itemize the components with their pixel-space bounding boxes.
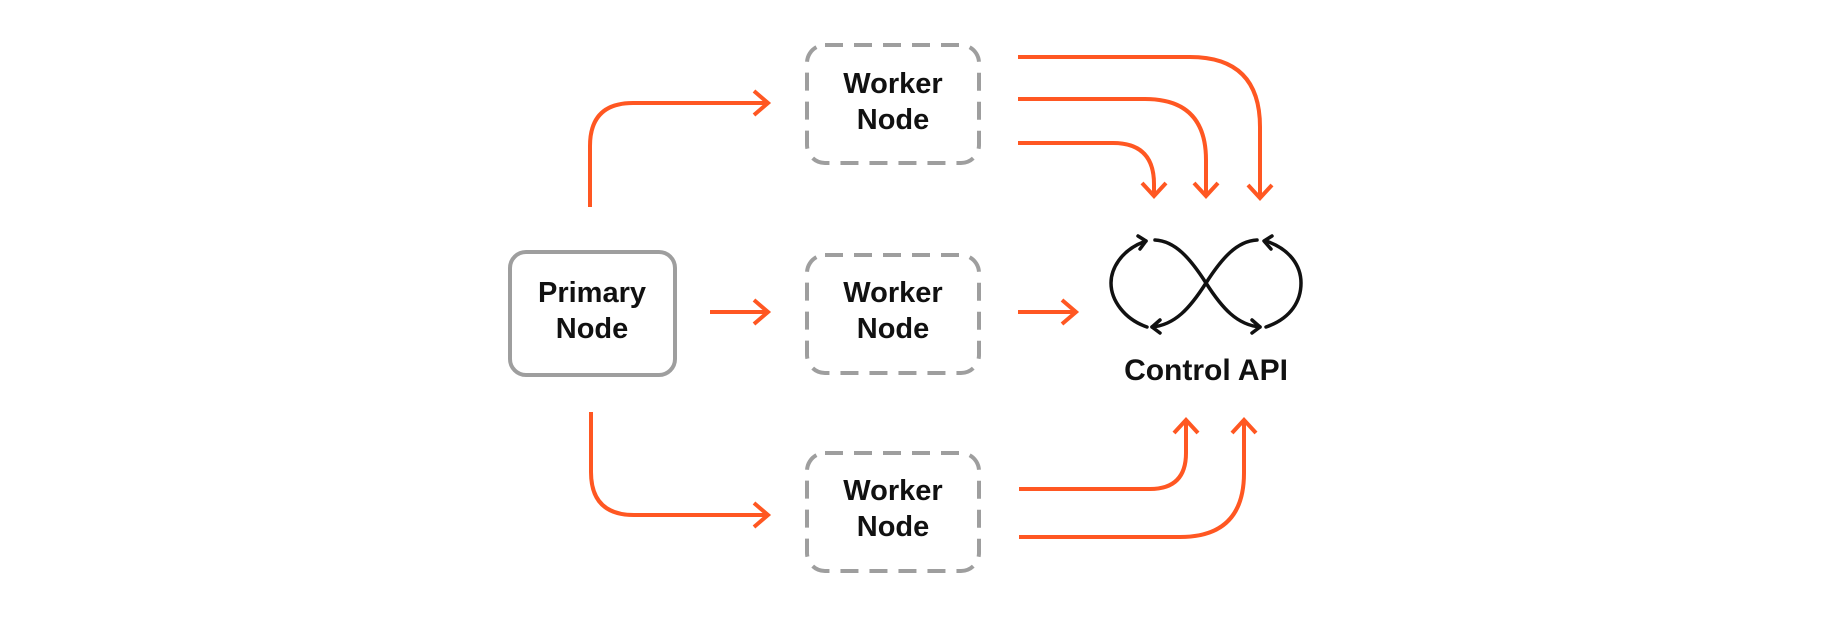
- architecture-diagram: Primary Node Worker Node Worker Node Wor…: [508, 43, 1303, 573]
- worker-node-bottom[interactable]: Worker Node: [805, 451, 981, 573]
- primary-node-label-line2: Node: [556, 313, 629, 345]
- arrow-primary-to-worker-top: [588, 89, 772, 207]
- arrow-worker-top-to-api-3: [1018, 55, 1274, 201]
- arrow-primary-to-worker-middle: [710, 298, 772, 326]
- worker-node-middle-label-line1: Worker: [843, 277, 942, 309]
- arrow-worker-middle-to-api: [1018, 298, 1080, 326]
- primary-node[interactable]: Primary Node: [508, 250, 677, 377]
- control-api-label: Control API: [1124, 354, 1288, 387]
- arrow-worker-top-to-api-2: [1018, 97, 1220, 199]
- worker-node-bottom-label-line1: Worker: [843, 475, 942, 507]
- worker-node-top-label-line1: Worker: [843, 68, 942, 100]
- worker-node-top-label-line2: Node: [857, 104, 930, 136]
- arrow-worker-top-to-api-1: [1018, 141, 1168, 199]
- arrow-worker-bottom-to-api-1: [1019, 417, 1200, 491]
- worker-node-middle[interactable]: Worker Node: [805, 253, 981, 375]
- worker-node-middle-label-line2: Node: [857, 313, 930, 345]
- worker-node-top[interactable]: Worker Node: [805, 43, 981, 165]
- infinity-loop-arrows-icon: [1109, 234, 1303, 335]
- arrow-primary-to-worker-bottom: [589, 412, 772, 529]
- worker-node-bottom-label-line2: Node: [857, 511, 930, 543]
- arrow-worker-bottom-to-api-2: [1019, 417, 1258, 539]
- primary-node-label-line1: Primary: [538, 277, 646, 309]
